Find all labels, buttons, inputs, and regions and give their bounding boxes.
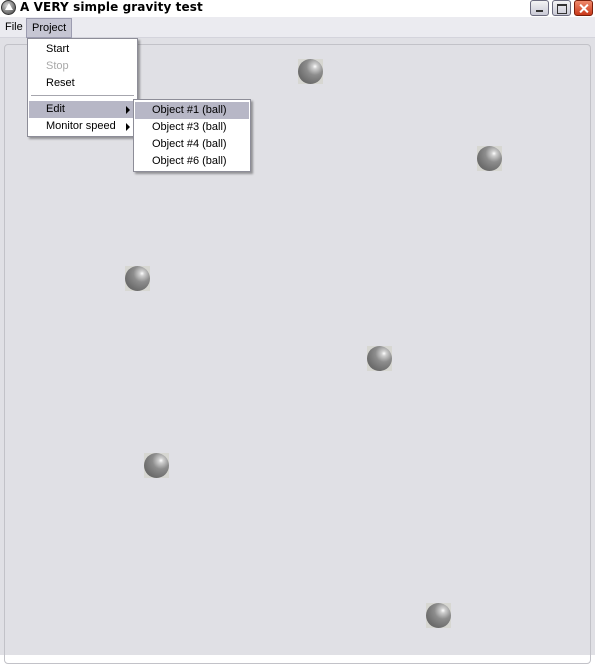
window-title: A VERY simple gravity test bbox=[20, 0, 203, 14]
menu-item-label: Monitor speed bbox=[46, 120, 116, 132]
ball-object[interactable] bbox=[367, 346, 392, 371]
title-bar[interactable]: A VERY simple gravity test bbox=[0, 0, 595, 17]
menu-item-label: Reset bbox=[46, 77, 75, 89]
menu-item-object-4[interactable]: Object #4 (ball) bbox=[135, 136, 249, 153]
app-icon[interactable] bbox=[1, 0, 16, 15]
menu-item-label: Object #1 (ball) bbox=[152, 104, 227, 116]
ball-icon bbox=[298, 59, 323, 84]
minimize-icon[interactable] bbox=[530, 0, 549, 16]
project-menu-popup: Start Stop Reset Edit Monitor speed bbox=[27, 38, 138, 137]
menu-item-label: Object #6 (ball) bbox=[152, 155, 227, 167]
menu-item-reset[interactable]: Reset bbox=[29, 75, 136, 92]
ball-icon bbox=[125, 266, 150, 291]
menu-item-start[interactable]: Start bbox=[29, 41, 136, 58]
ball-icon bbox=[144, 453, 169, 478]
maximize-icon[interactable] bbox=[552, 0, 571, 16]
menu-bar: File Project bbox=[0, 17, 595, 38]
simulation-panel bbox=[4, 44, 591, 664]
menu-item-label: Start bbox=[46, 43, 70, 55]
menu-item-object-1[interactable]: Object #1 (ball) bbox=[135, 102, 249, 119]
ball-object[interactable] bbox=[477, 146, 502, 171]
ball-object[interactable] bbox=[298, 59, 323, 84]
submenu-arrow-icon bbox=[126, 123, 130, 131]
menu-item-monitor-speed[interactable]: Monitor speed bbox=[29, 118, 136, 135]
edit-submenu-popup: Object #1 (ball) Object #3 (ball) Object… bbox=[133, 99, 251, 172]
ball-icon bbox=[477, 146, 502, 171]
ball-object[interactable] bbox=[144, 453, 169, 478]
ball-object[interactable] bbox=[125, 266, 150, 291]
close-icon[interactable] bbox=[574, 0, 593, 16]
menu-item-object-3[interactable]: Object #3 (ball) bbox=[135, 119, 249, 136]
menu-item-edit[interactable]: Edit bbox=[29, 101, 136, 118]
menu-item-label: Object #4 (ball) bbox=[152, 138, 227, 150]
menu-item-stop: Stop bbox=[29, 58, 136, 75]
menu-item-label: Stop bbox=[46, 60, 69, 72]
menu-separator bbox=[31, 95, 134, 97]
menu-item-label: Object #3 (ball) bbox=[152, 121, 227, 133]
ball-icon bbox=[367, 346, 392, 371]
menu-item-object-6[interactable]: Object #6 (ball) bbox=[135, 153, 249, 170]
menu-project[interactable]: Project bbox=[26, 18, 73, 38]
submenu-arrow-icon bbox=[126, 106, 130, 114]
ball-object[interactable] bbox=[426, 603, 451, 628]
menu-file[interactable]: File bbox=[0, 18, 28, 37]
ball-icon bbox=[426, 603, 451, 628]
menu-item-label: Edit bbox=[46, 103, 65, 115]
